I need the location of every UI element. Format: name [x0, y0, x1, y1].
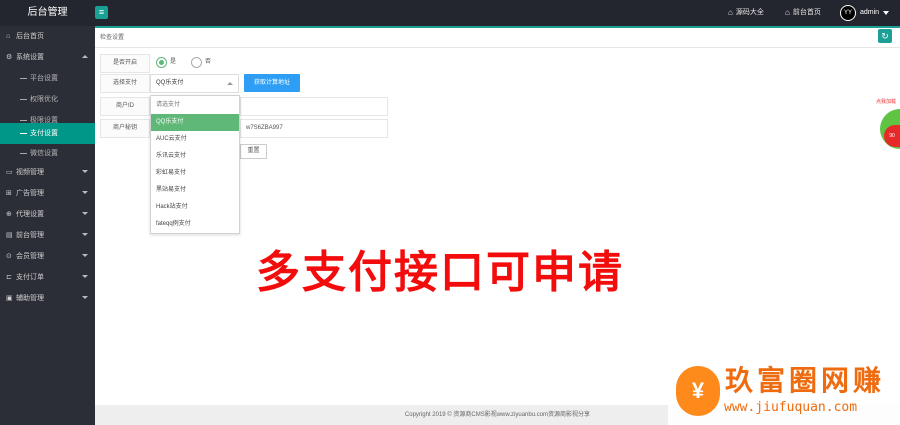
- globe-icon: ⊕: [6, 211, 12, 218]
- dropdown-option[interactable]: Hack站支付: [151, 199, 239, 216]
- dropdown-option[interactable]: AUC云支付: [151, 131, 239, 148]
- promo-banner-text: 多支付接口可申请: [256, 247, 624, 298]
- reset-button[interactable]: 重置: [240, 144, 267, 159]
- dash-icon: [20, 98, 27, 100]
- merchant-id-label: 商户ID: [100, 97, 150, 116]
- nav-source-label: 源码大全: [735, 9, 764, 16]
- nav-source-link[interactable]: ⌂ 源码大全: [728, 0, 764, 26]
- chevron-down-icon[interactable]: [883, 11, 889, 15]
- sidebar-item-label: 前台管理: [16, 232, 44, 239]
- nav-frontpage-link[interactable]: ⌂ 前台首页: [785, 0, 821, 26]
- dropdown-option[interactable]: 乐讯云支付: [151, 148, 239, 165]
- merchant-id-input[interactable]: [240, 97, 388, 116]
- sidebar-item-label: 系统设置: [16, 54, 44, 61]
- gear-icon: ⚙: [6, 54, 13, 61]
- sidebar-item-assist[interactable]: ▣ 辅助管理: [0, 288, 95, 309]
- radio-no-label: 否: [205, 59, 212, 65]
- dropdown-option-selected[interactable]: QQ乐支付: [151, 114, 239, 131]
- chevron-down-icon: [82, 233, 88, 236]
- sidebar-item-agent[interactable]: ⊕ 代理设置: [0, 204, 95, 225]
- sidebar-item-label: 支付订单: [16, 274, 44, 281]
- chevron-up-icon: [227, 82, 233, 85]
- chevron-down-icon: [82, 170, 88, 173]
- radio-yes-label: 是: [170, 59, 177, 65]
- chevron-up-icon: [82, 55, 88, 58]
- fetch-address-button[interactable]: 获取计算地址: [244, 74, 300, 92]
- sidebar-item-label: 平台设置: [30, 75, 58, 82]
- sidebar-item-label: 广告管理: [16, 190, 44, 197]
- watermark: ¥ 玖富圈网赚 www.jiufuquan.com: [668, 361, 900, 425]
- tab-settings[interactable]: 检查设置: [100, 28, 124, 48]
- monitor-icon: ▣: [6, 295, 13, 302]
- sidebar-item-video[interactable]: ▭ 视频管理: [0, 162, 95, 183]
- sidebar-item-home[interactable]: ⌂ 后台首页: [0, 26, 95, 47]
- dropdown-option[interactable]: 彩虹易支付: [151, 165, 239, 182]
- dropdown-option[interactable]: 黑站易支付: [151, 182, 239, 199]
- sidebar-toggle-icon[interactable]: ≡: [95, 6, 108, 19]
- sidebar-item-frontend[interactable]: ▤ 前台管理: [0, 225, 95, 246]
- dash-icon: [20, 132, 27, 134]
- merchant-key-input[interactable]: w7S6ZBA997: [240, 119, 388, 138]
- dropdown-option[interactable]: fateqq例支付: [151, 216, 239, 233]
- floating-widget-value: 90: [884, 125, 900, 147]
- sidebar-item-label: 会员管理: [16, 253, 44, 260]
- sidebar-item-ads[interactable]: ⊞ 广告管理: [0, 183, 95, 204]
- sidebar-item-label: 支付设置: [30, 130, 58, 137]
- sidebar-item-label: 权限优化: [30, 96, 58, 103]
- sidebar-subitem-platform[interactable]: 平台设置: [0, 68, 95, 89]
- avatar[interactable]: YY: [840, 5, 856, 21]
- home-icon: ⌂: [6, 33, 11, 40]
- pay-select-value: QQ乐支付: [156, 80, 184, 86]
- merchant-key-label: 商户秘钥: [100, 119, 150, 138]
- ad-icon: ⊞: [6, 190, 12, 197]
- sidebar-item-label: 代理设置: [16, 211, 44, 218]
- sidebar-item-members[interactable]: ⊙ 会员管理: [0, 246, 95, 267]
- sidebar-subitem-payment[interactable]: 支付设置: [0, 123, 95, 144]
- dash-icon: [20, 119, 27, 121]
- sidebar: ⌂ 后台首页 ⚙ 系统设置 平台设置 权限优化 极限设置 支付设置 微信设置 ▭ 视频…: [0, 26, 95, 425]
- pay-select[interactable]: QQ乐支付: [150, 74, 239, 93]
- pay-dropdown: 请选支付 QQ乐支付 AUC云支付 乐讯云支付 彩虹易支付 黑站易支付 Hack…: [150, 95, 240, 234]
- app-title: 后台管理: [27, 7, 68, 18]
- watermark-url: www.jiufuquan.com: [724, 400, 858, 415]
- sidebar-subitem-permission[interactable]: 权限优化: [0, 89, 95, 110]
- user-name[interactable]: admin: [860, 0, 879, 26]
- dash-icon: [20, 77, 27, 79]
- sidebar-item-label: 微信设置: [30, 150, 58, 157]
- switch-label: 是否开启: [100, 54, 150, 73]
- floating-widget-title: 点我加载: [872, 97, 900, 107]
- chevron-down-icon: [82, 296, 88, 299]
- pay-label: 选择支付: [100, 74, 150, 93]
- watermark-title: 玖富圈网赚: [725, 364, 886, 397]
- home-icon: ⌂: [728, 8, 733, 17]
- tab-bar: 检查设置: [95, 26, 900, 48]
- layout-icon: ▤: [6, 232, 13, 239]
- floating-widget[interactable]: 点我加载 90: [872, 97, 900, 155]
- user-icon: ⊙: [6, 253, 12, 260]
- money-bag-icon: ¥: [676, 366, 720, 416]
- radio-yes[interactable]: [156, 57, 167, 68]
- sidebar-item-label: 视频管理: [16, 169, 44, 176]
- refresh-icon[interactable]: ↻: [878, 29, 892, 43]
- sidebar-item-system[interactable]: ⚙ 系统设置: [0, 47, 95, 68]
- chevron-down-icon: [82, 191, 88, 194]
- cart-icon: ⊏: [6, 274, 12, 281]
- radio-no[interactable]: [191, 57, 202, 68]
- home-icon: ⌂: [785, 8, 790, 17]
- chevron-down-icon: [82, 275, 88, 278]
- sidebar-item-label: 辅助管理: [16, 295, 44, 302]
- video-icon: ▭: [6, 169, 13, 176]
- top-bar: 后台管理 ≡ ⌂ 源码大全 ⌂ 前台首页 YY admin: [0, 0, 900, 26]
- dropdown-option[interactable]: 请选支付: [151, 97, 239, 114]
- sidebar-subitem-wechat[interactable]: 微信设置: [0, 143, 95, 164]
- nav-frontpage-label: 前台首页: [792, 9, 821, 16]
- chevron-down-icon: [82, 254, 88, 257]
- chevron-down-icon: [82, 212, 88, 215]
- sidebar-item-label: 后台首页: [16, 33, 44, 40]
- sidebar-item-orders[interactable]: ⊏ 支付订单: [0, 267, 95, 288]
- dash-icon: [20, 152, 27, 154]
